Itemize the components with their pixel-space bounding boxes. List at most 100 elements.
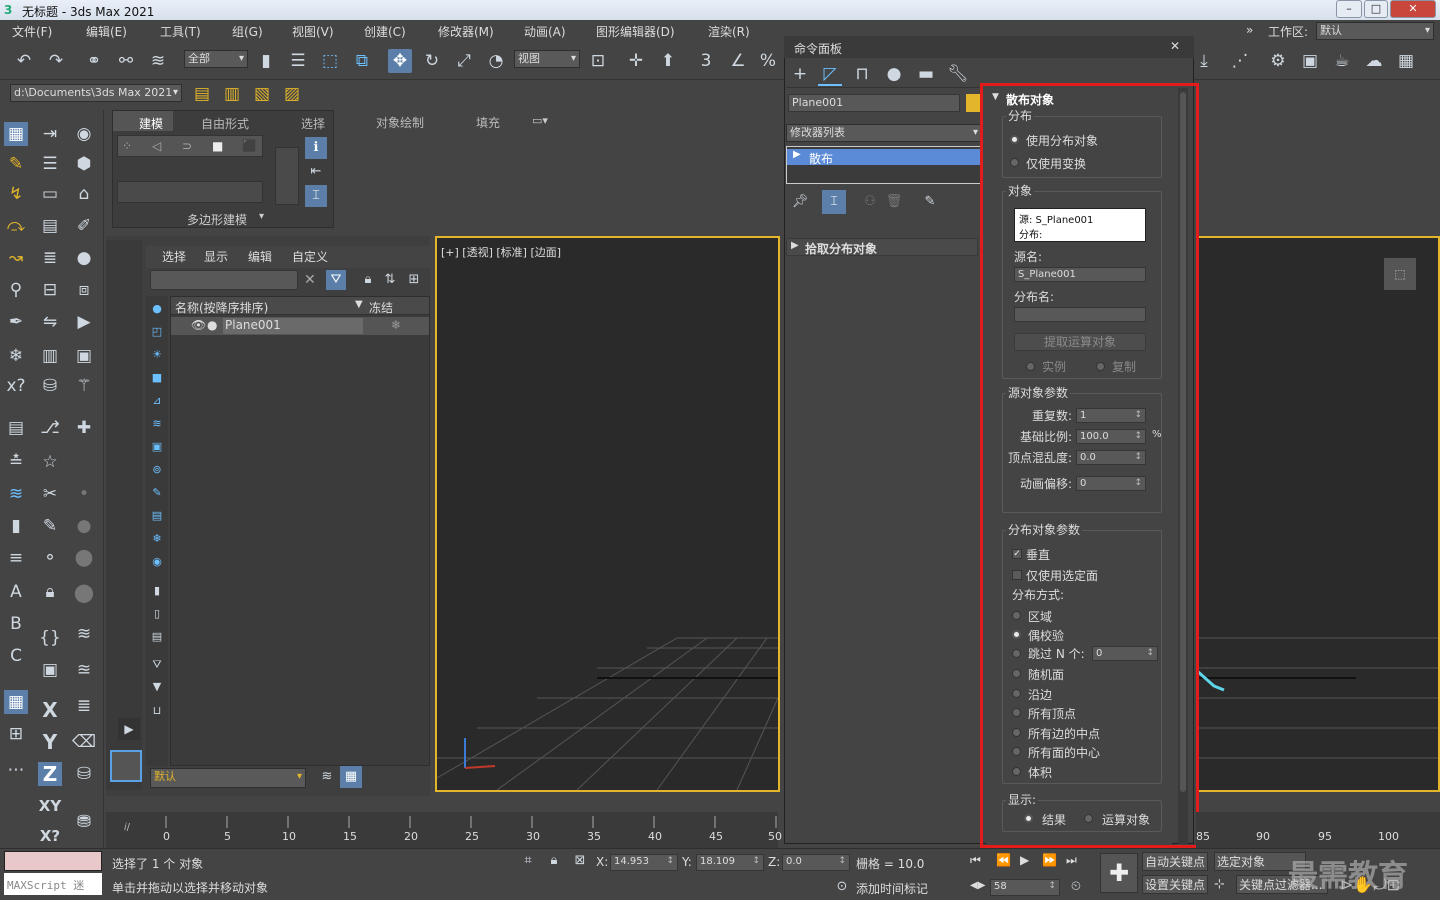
rendered-frame-icon[interactable]: ▣ bbox=[1298, 49, 1322, 73]
stack2-icon[interactable]: ▥ bbox=[38, 344, 62, 368]
pick-rollout-title[interactable]: 拾取分布对象 bbox=[805, 240, 877, 257]
shape-filter-icon[interactable]: ◰ bbox=[148, 323, 166, 341]
render-setup-icon[interactable]: ⚙ bbox=[1266, 49, 1290, 73]
freeze-snowflake-icon[interactable]: ❄ bbox=[391, 318, 401, 332]
paint-icon[interactable]: ⚲ bbox=[4, 278, 28, 302]
snowflake-icon[interactable]: ❄ bbox=[4, 344, 28, 368]
stack-item-label[interactable]: 散布 bbox=[809, 150, 833, 167]
absolute-mode-icon[interactable]: ⊠ bbox=[570, 851, 590, 871]
modifier-list-dropdown[interactable]: 修改器列表 bbox=[786, 124, 982, 142]
xy-question-icon[interactable]: x? bbox=[4, 374, 28, 398]
new-project-icon[interactable]: ▧ bbox=[250, 82, 274, 106]
grid-a-icon[interactable]: ▦ bbox=[4, 690, 28, 714]
scene-search-input[interactable] bbox=[150, 270, 298, 290]
bone-filter-icon[interactable]: ✎ bbox=[148, 484, 166, 502]
menu-create[interactable]: 创建(C) bbox=[364, 23, 406, 40]
mirror-icon[interactable]: ⇋ bbox=[38, 310, 62, 334]
text-a-icon[interactable]: A bbox=[4, 580, 28, 604]
previous-frame-icon[interactable]: ⏪ bbox=[996, 853, 1011, 867]
text-b-icon[interactable]: B bbox=[4, 612, 28, 636]
layers2-icon[interactable]: ≋ bbox=[72, 622, 96, 646]
track-bar[interactable]: 𝑖/ 0 5 10 15 20 25 30 35 40 45 50 bbox=[106, 812, 782, 848]
ribbon-info-icon[interactable]: ℹ bbox=[305, 137, 327, 159]
shape-icon[interactable]: ⬢ bbox=[72, 152, 96, 176]
go-to-end-icon[interactable]: ⏭ bbox=[1066, 853, 1077, 868]
time-tag-icon[interactable]: ⊙ bbox=[832, 877, 852, 897]
make-unique-icon[interactable]: ⚇ bbox=[858, 190, 882, 214]
ribbon-sublabel[interactable]: 多边形建模 bbox=[187, 211, 247, 228]
subobject-icons[interactable]: ⁘ ◁ ⊃ ■ ⬛ bbox=[117, 135, 263, 157]
open-project-icon[interactable]: ▥ bbox=[220, 82, 244, 106]
set-project-icon[interactable]: ▨ bbox=[280, 82, 304, 106]
scene-explorer-mode-icon[interactable]: ▦ bbox=[340, 766, 362, 788]
go-to-start-icon[interactable]: ⏮ bbox=[970, 853, 981, 868]
edit-icon[interactable]: ✎ bbox=[38, 514, 62, 538]
wand-icon[interactable]: ⚚ bbox=[72, 374, 96, 398]
axis-xy-question-icon[interactable]: X? bbox=[38, 824, 62, 848]
visibility-eye-icon[interactable]: 👁︎ bbox=[191, 318, 206, 332]
dot-small-icon[interactable]: • bbox=[72, 482, 96, 506]
element-icon[interactable]: ⬛ bbox=[242, 139, 257, 153]
pen-icon[interactable]: ✐ bbox=[72, 214, 96, 238]
object-name-cell[interactable]: Plane001 bbox=[223, 318, 363, 334]
track-bar-right[interactable]: 85 90 95 100 bbox=[1196, 812, 1440, 848]
bind-space-warp-icon[interactable]: ≋ bbox=[146, 49, 170, 73]
scissors-icon[interactable]: ✂ bbox=[38, 482, 62, 506]
select-object-icon[interactable]: ▮ bbox=[254, 49, 278, 73]
dotted-line-icon[interactable]: ⋯ bbox=[4, 758, 28, 782]
maximize-button[interactable]: □ bbox=[1364, 0, 1388, 18]
axis-x-icon[interactable]: X bbox=[38, 698, 62, 722]
axis-xy-icon[interactable]: XY bbox=[38, 794, 62, 818]
utilities-panel-icon[interactable]: 🔧︎ bbox=[946, 62, 970, 86]
create-panel-icon[interactable]: + bbox=[788, 62, 812, 86]
viewport-nav-icon[interactable]: ⊳✋⤾⊞ bbox=[1340, 875, 1400, 895]
ribbon-tab-freeform[interactable]: 自由形式 bbox=[201, 115, 249, 132]
minimize-button[interactable]: – bbox=[1336, 0, 1362, 18]
save-stack-icon[interactable]: ⛁ bbox=[38, 374, 62, 398]
scene-menu-edit[interactable]: 编辑 bbox=[248, 248, 272, 265]
layer-dropdown[interactable]: 默认 bbox=[150, 768, 306, 788]
rectangle-selection-icon[interactable]: ⬚ bbox=[318, 49, 342, 73]
modify-panel-icon[interactable]: ◸ bbox=[818, 62, 842, 86]
auto-key-button[interactable]: 自动关键点 bbox=[1142, 852, 1208, 871]
layer-stack-icon[interactable]: ≡ bbox=[4, 546, 28, 570]
expand-right-icon[interactable]: ▶ bbox=[118, 718, 140, 740]
border-icon[interactable]: ⊃ bbox=[182, 139, 192, 153]
remove-modifier-icon[interactable]: 🗑︎ bbox=[882, 190, 906, 214]
scene-menu-select[interactable]: 选择 bbox=[162, 248, 186, 265]
sort-icon[interactable]: ⇅ bbox=[380, 270, 400, 290]
perspective-viewport[interactable]: [+] [透视] [标准] [边面] bbox=[435, 236, 780, 792]
dot-xlarge-icon[interactable]: ● bbox=[72, 580, 96, 604]
object-name-field[interactable]: Plane001 bbox=[788, 94, 960, 112]
render-production-icon[interactable]: ☕ bbox=[1330, 49, 1354, 73]
dot-large-icon[interactable]: ● bbox=[72, 546, 96, 570]
angle-snap-icon[interactable]: ∠ bbox=[726, 49, 750, 73]
table-row[interactable]: 👁︎ ● Plane001 ❄ bbox=[171, 317, 429, 335]
selection-filter-dropdown[interactable]: 全部 bbox=[184, 50, 248, 68]
star-icon[interactable]: ☆ bbox=[38, 450, 62, 474]
scene-menu-display[interactable]: 显示 bbox=[204, 248, 228, 265]
object-color-swatch[interactable] bbox=[966, 94, 980, 112]
display-panel-icon[interactable]: ▬ bbox=[914, 62, 938, 86]
plus-icon[interactable]: ✚ bbox=[72, 416, 96, 440]
current-frame-field[interactable]: 58 bbox=[990, 879, 1060, 896]
redo-icon[interactable]: ↷ bbox=[44, 49, 68, 73]
play-icon[interactable]: ▶ bbox=[72, 310, 96, 334]
scene-menu-customize[interactable]: 自定义 bbox=[292, 248, 328, 265]
set-key-big-button[interactable]: ✚ bbox=[1100, 853, 1138, 893]
render-gallery-icon[interactable]: ▦ bbox=[1394, 49, 1418, 73]
frame-arrows-icon[interactable]: ◀▶ bbox=[970, 880, 985, 891]
layers3-icon[interactable]: ≊ bbox=[72, 658, 96, 682]
set-key-button[interactable]: 设置关键点 bbox=[1142, 875, 1208, 894]
viewport-right-portion[interactable]: ⬚ bbox=[1196, 236, 1440, 792]
keyboard-shortcut-override-icon[interactable]: ⬆ bbox=[656, 49, 680, 73]
y-coordinate-field[interactable]: 18.109 bbox=[696, 854, 764, 871]
hierarchy-icon[interactable]: ⎇ bbox=[38, 416, 62, 440]
film-icon[interactable]: ▣ bbox=[72, 344, 96, 368]
unlink-icon[interactable]: ⚯ bbox=[114, 49, 138, 73]
select-and-rotate-icon[interactable]: ↻ bbox=[420, 49, 444, 73]
reference-coordinate-dropdown[interactable]: 视图 bbox=[514, 50, 580, 68]
text-c-icon[interactable]: C bbox=[4, 644, 28, 668]
ribbon-side-tools[interactable] bbox=[275, 147, 299, 205]
add-layer-icon[interactable]: ≛ bbox=[4, 450, 28, 474]
